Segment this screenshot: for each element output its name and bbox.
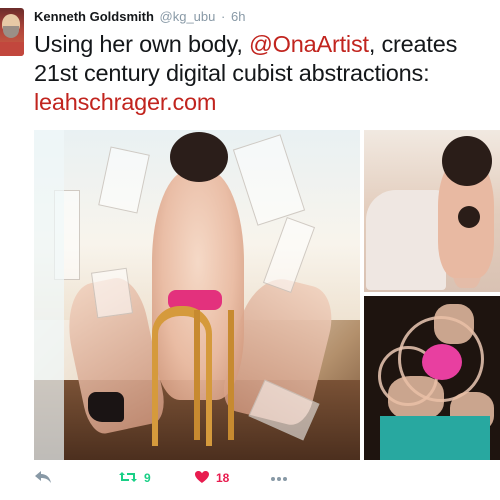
heart-icon [194, 470, 210, 487]
author-handle[interactable]: @kg_ubu [160, 9, 216, 24]
tweet-header: Kenneth Goldsmith @kg_ubu · 6h [34, 9, 245, 25]
author-name[interactable]: Kenneth Goldsmith [34, 9, 154, 24]
tweet-text: Using her own body, @OnaArtist, creates … [34, 30, 494, 117]
avatar[interactable] [0, 8, 24, 56]
tweet-time[interactable]: 6h [231, 9, 245, 24]
url-link[interactable]: leahschrager.com [34, 89, 216, 115]
retweet-icon [118, 470, 138, 487]
like-count: 18 [216, 471, 230, 485]
tweet-actions: 9 18 [34, 466, 334, 490]
image-skin-shape [434, 304, 474, 344]
reply-button[interactable] [34, 466, 52, 490]
image-teal-shape [380, 416, 490, 460]
image-hair-repeat [458, 206, 480, 228]
image-skin-shape [388, 376, 444, 420]
like-button[interactable]: 18 [194, 466, 229, 490]
mention-link[interactable]: @OnaArtist [249, 31, 369, 57]
image-left-band [34, 130, 360, 460]
tweet-text-start: Using her own body, [34, 31, 243, 57]
media-image-bottom-right[interactable] [364, 296, 500, 460]
media-image-top-right[interactable] [364, 130, 500, 292]
more-button[interactable] [270, 466, 288, 490]
media-grid [34, 130, 500, 460]
retweet-button[interactable]: 9 [118, 466, 151, 490]
image-figure-repeat [452, 218, 482, 288]
image-hair [442, 136, 492, 186]
avatar-beard [3, 26, 19, 38]
avatar-shirt [0, 42, 24, 56]
media-image-main[interactable] [34, 130, 360, 460]
reply-icon [34, 470, 52, 487]
more-icon [270, 471, 288, 485]
tweet[interactable]: Kenneth Goldsmith @kg_ubu · 6h Using her… [0, 0, 500, 500]
image-chair [366, 190, 446, 290]
retweet-count: 9 [144, 471, 151, 485]
image-pink-shape [422, 344, 462, 380]
meta-separator: · [221, 9, 226, 24]
